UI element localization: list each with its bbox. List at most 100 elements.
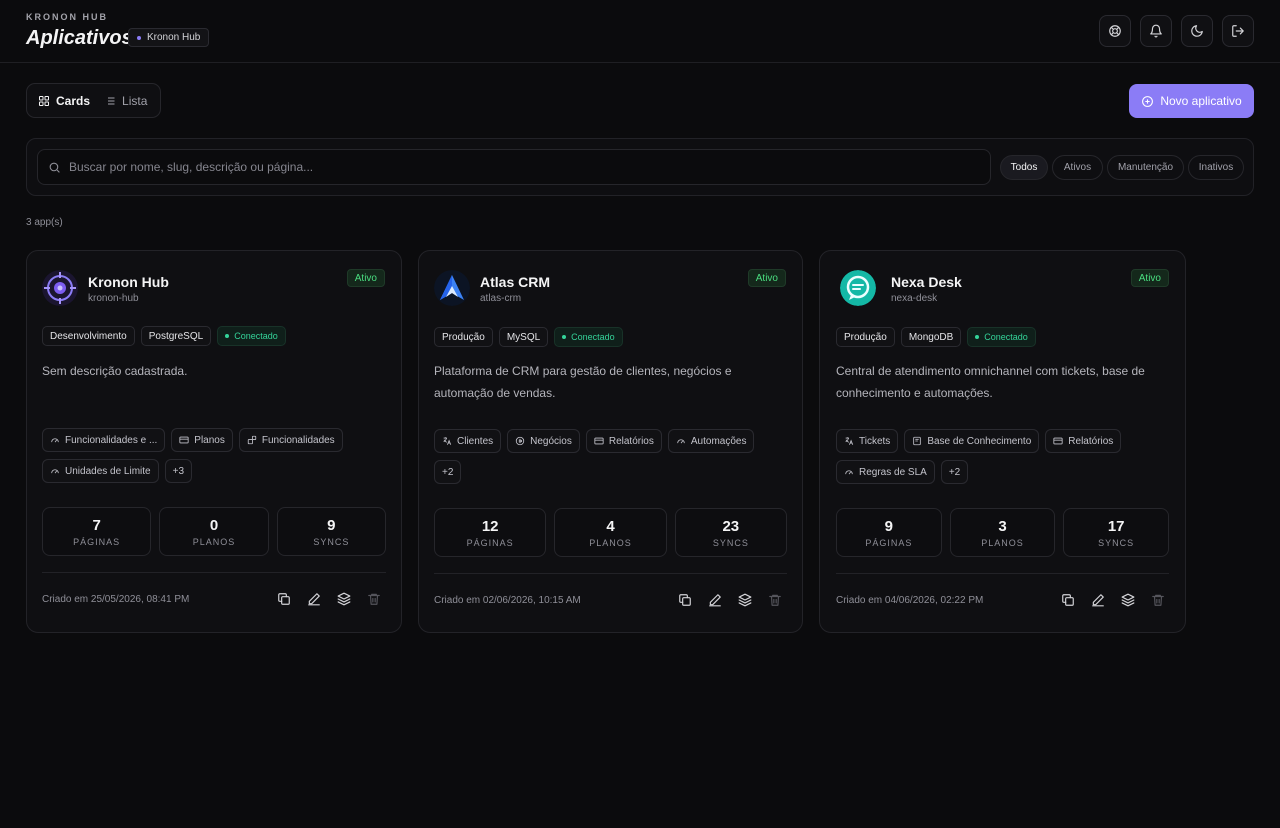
search-box: [37, 149, 991, 185]
stat-label: PÁGINAS: [73, 536, 121, 547]
stat-label: PÁGINAS: [466, 537, 514, 548]
view-toggle: Cards Lista: [26, 83, 161, 118]
layers-icon: [1121, 593, 1135, 607]
more-modules-chip[interactable]: +3: [164, 459, 193, 483]
app-slug: atlas-crm: [480, 293, 522, 304]
edit-button[interactable]: [1091, 593, 1105, 612]
support-icon: [1109, 25, 1121, 37]
duplicate-button[interactable]: [678, 593, 692, 612]
app-tags: Produção MongoDB Conectado: [836, 327, 1036, 347]
filter-inativos[interactable]: Inativos: [1188, 155, 1244, 180]
app-card[interactable]: Kronon Hub kronon-hub Ativo Desenvolvime…: [26, 250, 402, 633]
connection-tag: Conectado: [217, 326, 286, 346]
module-label: Base de Conhecimento: [927, 435, 1032, 447]
app-stats: 12 PÁGINAS 4 PLANOS 23 SYNCS: [434, 508, 787, 557]
delete-button[interactable]: [768, 593, 782, 612]
duplicate-button[interactable]: [1061, 593, 1075, 612]
stat-pages: 7 PÁGINAS: [42, 507, 152, 556]
stat-syncs: 23 SYNCS: [674, 508, 787, 557]
module-label: Unidades de Limite: [65, 465, 151, 477]
module-chip[interactable]: Relatórios: [1045, 429, 1122, 453]
status-badge: Ativo: [346, 269, 385, 287]
page-title: Aplicativos: [26, 27, 133, 49]
grid-icon: [39, 95, 49, 106]
trash-icon: [769, 594, 781, 606]
logout-button[interactable]: [1222, 15, 1254, 47]
connected-dot-icon: [225, 334, 230, 338]
view-cards-button[interactable]: Cards: [31, 87, 97, 114]
module-chip[interactable]: Tickets: [836, 429, 899, 453]
connection-label: Conectado: [984, 332, 1028, 342]
workspace-dot-icon: [137, 35, 141, 40]
edit-button[interactable]: [708, 593, 722, 612]
connection-tag: Conectado: [967, 327, 1036, 347]
more-modules-chip[interactable]: +2: [940, 460, 969, 484]
module-chip[interactable]: Funcionalidades e ...: [42, 428, 166, 452]
module-chip[interactable]: Negócios: [507, 429, 580, 453]
theme-toggle-button[interactable]: [1181, 15, 1213, 47]
card-actions: [277, 592, 381, 611]
module-chip[interactable]: Relatórios: [585, 429, 662, 453]
app-logo-nexa: [840, 270, 876, 306]
stat-label: SYNCS: [313, 536, 350, 547]
copy-icon: [278, 593, 290, 605]
card-divider: [836, 573, 1169, 574]
gauge-icon: [51, 438, 59, 443]
stat-value: 23: [722, 517, 740, 535]
layers-button[interactable]: [738, 593, 752, 612]
stat-value: 9: [327, 516, 336, 534]
card-divider: [434, 573, 787, 574]
stat-plans: 3 PLANOS: [949, 508, 1056, 557]
module-chip[interactable]: Planos: [171, 428, 233, 452]
more-modules-chip[interactable]: +2: [434, 460, 462, 484]
connection-label: Conectado: [234, 331, 278, 341]
app-tags: Produção MySQL Conectado: [434, 327, 623, 347]
app-description: Sem descrição cadastrada.: [42, 364, 188, 378]
search-input[interactable]: [69, 160, 949, 174]
pencil-icon: [308, 593, 320, 606]
module-list: Tickets Base de Conhecimento Relatórios …: [836, 429, 1176, 484]
support-button[interactable]: [1099, 15, 1131, 47]
module-label: Automações: [690, 435, 747, 447]
duplicate-button[interactable]: [277, 592, 291, 611]
new-app-button[interactable]: Novo aplicativo: [1129, 84, 1254, 118]
stat-syncs: 17 SYNCS: [1063, 508, 1170, 557]
coin-icon: [515, 436, 525, 446]
view-list-button[interactable]: Lista: [97, 87, 154, 114]
delete-button[interactable]: [1151, 593, 1165, 612]
notifications-button[interactable]: [1140, 15, 1172, 47]
app-tags: Desenvolvimento PostgreSQL Conectado: [42, 326, 286, 346]
module-chip[interactable]: Unidades de Limite: [42, 459, 159, 483]
layers-icon: [337, 592, 351, 606]
delete-button[interactable]: [367, 592, 381, 611]
module-chip[interactable]: Clientes: [434, 429, 502, 453]
app-card[interactable]: Nexa Desk nexa-desk Ativo Produção Mongo…: [819, 250, 1186, 633]
blocks-icon: [247, 435, 257, 445]
module-label: Negócios: [530, 435, 572, 447]
module-chip[interactable]: Base de Conhecimento: [904, 429, 1040, 453]
copy-icon: [679, 594, 691, 606]
top-header: KRONON HUB Aplicativos Kronon Hub: [0, 0, 1280, 63]
edit-button[interactable]: [307, 592, 321, 611]
stat-label: PLANOS: [981, 537, 1024, 548]
connected-dot-icon: [562, 335, 567, 339]
stat-pages: 12 PÁGINAS: [434, 508, 547, 557]
module-chip[interactable]: Automações: [667, 429, 755, 453]
filter-ativos[interactable]: Ativos: [1052, 155, 1103, 180]
stat-value: 0: [209, 516, 219, 534]
bell-icon: [1150, 24, 1162, 38]
filter-todos[interactable]: Todos: [1000, 155, 1048, 180]
filter-manutencao[interactable]: Manutenção: [1107, 155, 1184, 180]
module-chip[interactable]: Regras de SLA: [836, 460, 935, 484]
new-app-label: Novo aplicativo: [1160, 94, 1242, 108]
layers-button[interactable]: [337, 592, 351, 611]
card-icon: [1053, 437, 1063, 445]
workspace-badge[interactable]: Kronon Hub: [128, 28, 210, 47]
layers-button[interactable]: [1121, 593, 1135, 612]
app-card[interactable]: Atlas CRM atlas-crm Ativo Produção MySQL…: [418, 250, 803, 633]
env-tag: Produção: [836, 327, 895, 347]
connection-tag: Conectado: [554, 327, 623, 347]
moon-icon: [1191, 25, 1203, 37]
module-chip[interactable]: Funcionalidades: [238, 428, 343, 452]
gauge-icon: [51, 469, 59, 474]
